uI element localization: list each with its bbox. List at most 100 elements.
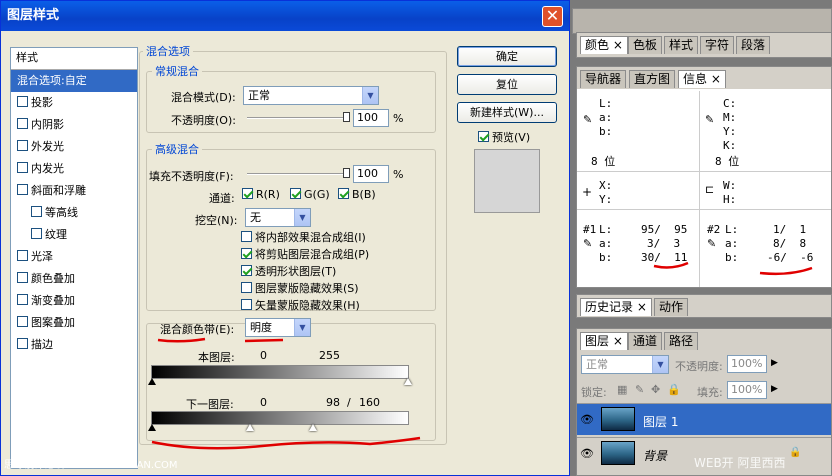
styles-header[interactable]: 样式 xyxy=(11,48,137,70)
close-icon[interactable]: ✕ xyxy=(542,6,563,27)
channel-g-checkbox[interactable] xyxy=(290,188,301,199)
history-panel-tab[interactable]: 动作 xyxy=(654,298,689,316)
style-item[interactable]: 图案叠加 xyxy=(11,312,137,334)
fill-opacity-input[interactable]: 100 xyxy=(353,165,389,183)
info-panel-tab[interactable]: 直方图 xyxy=(629,70,676,88)
style-item[interactable]: 渐变叠加 xyxy=(11,290,137,312)
layers-panel-tab[interactable]: 通道 xyxy=(628,332,663,350)
this-layer-black-handle[interactable] xyxy=(148,378,156,385)
advanced-option[interactable]: 将内部效果混合成组(I) xyxy=(241,229,366,245)
chevron-right-icon[interactable]: ▶ xyxy=(771,384,778,394)
channel-b-label: B(B) xyxy=(352,188,376,201)
fill-slider-handle[interactable] xyxy=(343,168,350,178)
opacity-slider-handle[interactable] xyxy=(343,112,350,122)
style-item[interactable]: 光泽 xyxy=(11,246,137,268)
fill-slider-track[interactable] xyxy=(247,173,347,175)
advanced-option-checkbox[interactable] xyxy=(241,231,252,242)
advanced-option[interactable]: 将剪贴图层混合成组(P) xyxy=(241,246,369,262)
style-item-checkbox[interactable] xyxy=(17,294,28,305)
style-item[interactable]: 混合选项:自定 xyxy=(11,70,137,92)
style-item[interactable]: 外发光 xyxy=(11,136,137,158)
color-panel-tab[interactable]: 段落 xyxy=(736,36,771,54)
this-layer-white-handle[interactable] xyxy=(404,378,412,385)
style-item[interactable]: 等高线 xyxy=(11,202,137,224)
history-panel-tab[interactable]: 历史记录 × xyxy=(580,298,652,316)
under-layer-black-handle[interactable] xyxy=(148,424,156,431)
channel-b[interactable]: B(B) xyxy=(338,188,376,201)
eye-icon[interactable]: 👁 xyxy=(580,413,594,426)
history-palette: 历史记录 × 动作 xyxy=(576,294,832,318)
color-panel-tab[interactable]: 颜色 × xyxy=(580,36,628,54)
layer-opacity-input[interactable]: 100% xyxy=(727,355,767,373)
under-layer-split-handle-high[interactable] xyxy=(308,424,317,431)
advanced-option[interactable]: 透明形状图层(T) xyxy=(241,263,336,279)
crosshair-icon: + xyxy=(582,185,593,199)
style-item-checkbox[interactable] xyxy=(17,96,28,107)
layers-panel-tab[interactable]: 图层 × xyxy=(580,332,628,350)
channel-g[interactable]: G(G) xyxy=(290,188,330,201)
close-icon[interactable]: × xyxy=(609,38,623,52)
style-item-checkbox[interactable] xyxy=(17,162,28,173)
channel-r[interactable]: R(R) xyxy=(242,188,280,201)
info-panel-tab[interactable]: 信息 × xyxy=(678,70,726,88)
lock-transparency-icon[interactable]: ▦ xyxy=(617,383,627,396)
under-layer-split-handle-low[interactable] xyxy=(246,424,255,431)
advanced-option-checkbox[interactable] xyxy=(241,282,252,293)
blend-mode-select[interactable]: 正常 ▼ xyxy=(243,86,379,105)
pos-x: X: xyxy=(599,179,613,192)
style-item-checkbox[interactable] xyxy=(17,272,28,283)
style-item-checkbox[interactable] xyxy=(17,184,28,195)
style-item[interactable]: 内发光 xyxy=(11,158,137,180)
advanced-option-checkbox[interactable] xyxy=(241,248,252,259)
dialog-title-bar[interactable]: 图层样式 xyxy=(1,1,569,31)
ok-button[interactable]: 确定 xyxy=(457,46,557,67)
advanced-option-checkbox[interactable] xyxy=(241,265,252,276)
style-item-checkbox[interactable] xyxy=(31,228,42,239)
new-style-button[interactable]: 新建样式(W)... xyxy=(457,102,557,123)
style-item-checkbox[interactable] xyxy=(17,140,28,151)
lock-image-icon[interactable]: ✎ xyxy=(635,383,644,396)
style-item[interactable]: 纹理 xyxy=(11,224,137,246)
style-item-checkbox[interactable] xyxy=(17,316,28,327)
lock-all-icon[interactable]: 🔒 xyxy=(667,383,681,396)
advanced-option-checkbox[interactable] xyxy=(241,299,252,310)
style-item-checkbox[interactable] xyxy=(17,250,28,261)
chevron-right-icon[interactable]: ▶ xyxy=(771,358,778,368)
color-panel-tab[interactable]: 样式 xyxy=(664,36,699,54)
close-icon[interactable]: × xyxy=(707,72,721,86)
style-item[interactable]: 投影 xyxy=(11,92,137,114)
color-panel-tab[interactable]: 色板 xyxy=(628,36,663,54)
style-item-checkbox[interactable] xyxy=(17,338,28,349)
close-icon[interactable]: × xyxy=(633,300,647,314)
style-item-checkbox[interactable] xyxy=(31,206,42,217)
layers-panel-tab[interactable]: 路径 xyxy=(664,332,699,350)
style-item[interactable]: 内阴影 xyxy=(11,114,137,136)
reset-button[interactable]: 复位 xyxy=(457,74,557,95)
layer-row[interactable]: 👁 图层 1 xyxy=(577,403,831,435)
style-item-checkbox[interactable] xyxy=(17,118,28,129)
style-item[interactable]: 斜面和浮雕 xyxy=(11,180,137,202)
color-panel-tab[interactable]: 字符 xyxy=(700,36,735,54)
layer-blend-mode-select[interactable]: 正常 ▼ xyxy=(581,355,669,374)
style-preview-swatch xyxy=(474,149,540,213)
channel-b-checkbox[interactable] xyxy=(338,188,349,199)
close-icon[interactable]: × xyxy=(609,334,623,348)
preview-checkbox[interactable] xyxy=(478,131,489,142)
opacity-slider-track[interactable] xyxy=(247,117,347,119)
eye-icon[interactable]: 👁 xyxy=(580,447,594,460)
style-item[interactable]: 描边 xyxy=(11,334,137,356)
this-layer-low: 0 xyxy=(260,349,267,362)
advanced-option[interactable]: 图层蒙版隐藏效果(S) xyxy=(241,280,359,296)
preview-toggle[interactable]: 预览(V) xyxy=(478,129,530,145)
info-panel-tab[interactable]: 导航器 xyxy=(580,70,627,88)
lock-position-icon[interactable]: ✥ xyxy=(651,383,660,396)
layer-fill-input[interactable]: 100% xyxy=(727,381,767,399)
style-item[interactable]: 颜色叠加 xyxy=(11,268,137,290)
under-layer-gradient[interactable] xyxy=(151,411,409,425)
advanced-option[interactable]: 矢量蒙版隐藏效果(H) xyxy=(241,297,360,313)
opacity-input[interactable]: 100 xyxy=(353,109,389,127)
knockout-select[interactable]: 无 ▼ xyxy=(245,208,311,227)
channel-r-checkbox[interactable] xyxy=(242,188,253,199)
blend-if-select[interactable]: 明度 ▼ xyxy=(245,318,311,337)
this-layer-gradient[interactable] xyxy=(151,365,409,379)
